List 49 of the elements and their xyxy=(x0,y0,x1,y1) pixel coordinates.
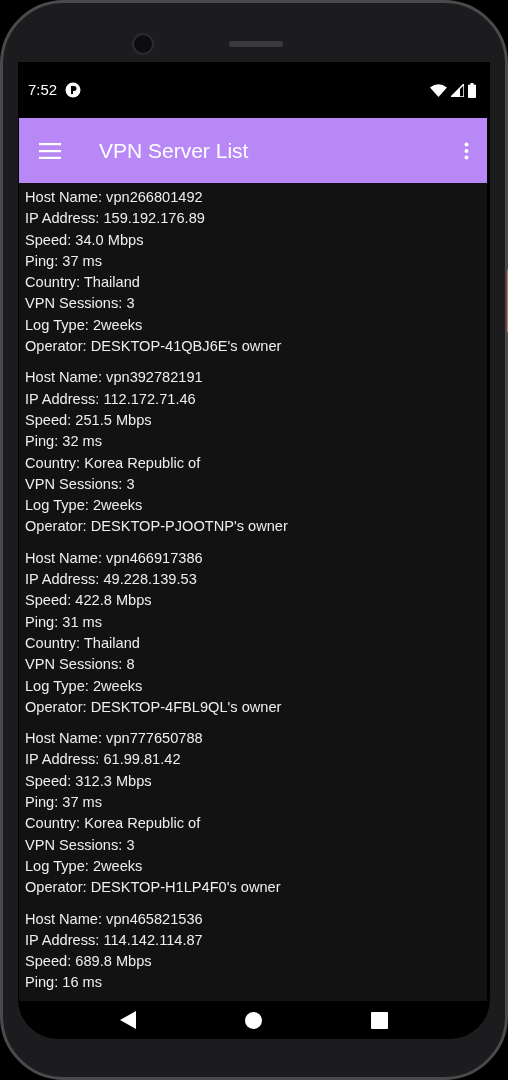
server-detail: Operator: DESKTOP-4FBL9QL's owner xyxy=(25,697,283,717)
server-detail: IP Address: 114.142.114.87 xyxy=(25,930,204,950)
battery-icon xyxy=(468,82,476,98)
server-detail: Ping: 37 ms xyxy=(25,793,104,812)
server-detail: Log Type: 2weeks xyxy=(25,676,144,696)
server-detail: Country: Korea Republic of xyxy=(25,453,202,473)
menu-icon[interactable] xyxy=(39,142,61,159)
server-detail: Speed: 312.3 Mbps xyxy=(25,771,153,791)
server-detail: IP Address: 159.192.176.89 xyxy=(25,209,206,229)
more-options-icon[interactable] xyxy=(464,141,469,160)
home-icon[interactable] xyxy=(245,1011,262,1029)
server-detail: VPN Sessions: 3 xyxy=(25,474,136,494)
server-detail: Ping: 32 ms xyxy=(25,432,104,452)
server-detail: Ping: 31 ms xyxy=(25,612,104,632)
signal-icon xyxy=(451,83,464,97)
wifi-icon xyxy=(430,83,447,97)
recents-icon[interactable] xyxy=(370,1011,388,1029)
server-detail: VPN Sessions: 8 xyxy=(25,655,136,675)
server-detail: Operator: DESKTOP-H1LP4F0's owner xyxy=(25,878,282,898)
back-icon[interactable] xyxy=(120,1011,137,1029)
server-detail: Log Type: 2weeks xyxy=(25,856,144,876)
server-detail: IP Address: 49.228.139.53 xyxy=(25,570,198,590)
server-detail: Host Name: vpn392782191 xyxy=(25,368,204,388)
server-detail: Ping: 16 ms xyxy=(25,973,104,993)
speaker-icon xyxy=(229,41,283,47)
server-detail: VPN Sessions: 3 xyxy=(25,835,136,855)
server-detail: IP Address: 61.99.81.42 xyxy=(25,750,182,770)
server-detail: Host Name: vpn465821536 xyxy=(25,909,204,929)
server-detail: IP Address: 112.172.71.46 xyxy=(25,389,197,409)
server-detail: Speed: 251.5 Mbps xyxy=(25,410,153,430)
camera-icon xyxy=(132,33,154,55)
app-title: VPN Server List xyxy=(99,137,249,164)
server-detail: Country: Korea Republic of xyxy=(25,814,202,834)
server-detail: Speed: 422.8 Mbps xyxy=(25,591,153,611)
server-detail: VPN Sessions: 3 xyxy=(25,294,136,314)
clock-time: 7:52 xyxy=(28,79,58,100)
server-detail: Speed: 34.0 Mbps xyxy=(25,230,145,250)
server-detail: Country: Thailand xyxy=(25,633,141,653)
server-detail: Country: Thailand xyxy=(25,273,141,293)
server-detail: Speed: 689.8 Mbps xyxy=(25,952,153,972)
server-detail: Host Name: vpn266801492 xyxy=(25,188,204,207)
server-detail: Operator: DESKTOP-41QBJ6E's owner xyxy=(25,337,283,357)
server-detail: Host Name: vpn466917386 xyxy=(25,548,204,568)
notification-icon xyxy=(65,82,82,98)
server-detail: Log Type: 2weeks xyxy=(25,496,144,516)
server-detail: Operator: DESKTOP-PJOOTNP's owner xyxy=(25,517,289,537)
server-detail: Host Name: vpn777650788 xyxy=(25,729,204,749)
server-detail: Log Type: 2weeks xyxy=(25,315,144,335)
server-detail: Ping: 37 ms xyxy=(25,251,104,271)
